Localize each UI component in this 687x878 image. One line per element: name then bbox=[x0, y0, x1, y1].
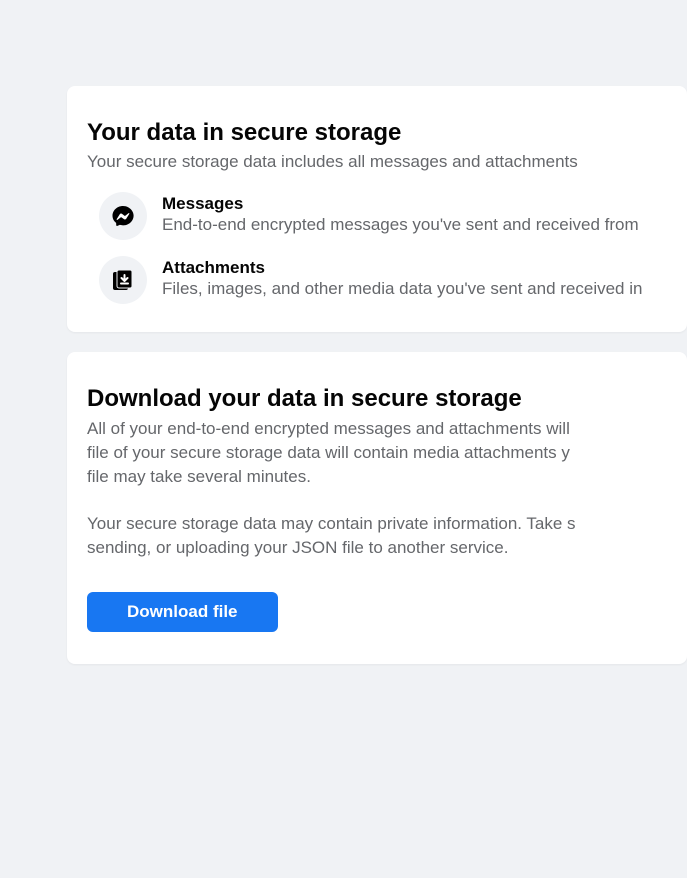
secure-storage-info-card: Your data in secure storage Your secure … bbox=[67, 86, 687, 332]
download-para1-line3: file may take several minutes. bbox=[87, 467, 311, 486]
download-file-button[interactable]: Download file bbox=[87, 592, 278, 632]
download-description: All of your end-to-end encrypted message… bbox=[87, 417, 687, 560]
attachments-icon bbox=[99, 256, 147, 304]
download-para1-line2: file of your secure storage data will co… bbox=[87, 443, 570, 462]
data-item-desc: Files, images, and other media data you'… bbox=[162, 279, 642, 299]
messenger-icon bbox=[99, 192, 147, 240]
data-item-desc: End-to-end encrypted messages you've sen… bbox=[162, 215, 639, 235]
download-title: Download your data in secure storage bbox=[87, 385, 687, 413]
data-item-messages: Messages End-to-end encrypted messages y… bbox=[87, 192, 687, 240]
download-para2-line1: Your secure storage data may contain pri… bbox=[87, 514, 576, 533]
data-item-title: Attachments bbox=[162, 258, 642, 278]
download-para2-line2: sending, or uploading your JSON file to … bbox=[87, 538, 508, 557]
data-type-list: Messages End-to-end encrypted messages y… bbox=[87, 192, 687, 304]
data-item-title: Messages bbox=[162, 194, 639, 214]
data-item-attachments: Attachments Files, images, and other med… bbox=[87, 256, 687, 304]
download-para1-line1: All of your end-to-end encrypted message… bbox=[87, 419, 570, 438]
data-item-text: Messages End-to-end encrypted messages y… bbox=[162, 192, 639, 235]
section-subtitle: Your secure storage data includes all me… bbox=[87, 151, 687, 174]
download-data-card: Download your data in secure storage All… bbox=[67, 352, 687, 664]
section-title: Your data in secure storage bbox=[87, 119, 687, 147]
data-item-text: Attachments Files, images, and other med… bbox=[162, 256, 642, 299]
